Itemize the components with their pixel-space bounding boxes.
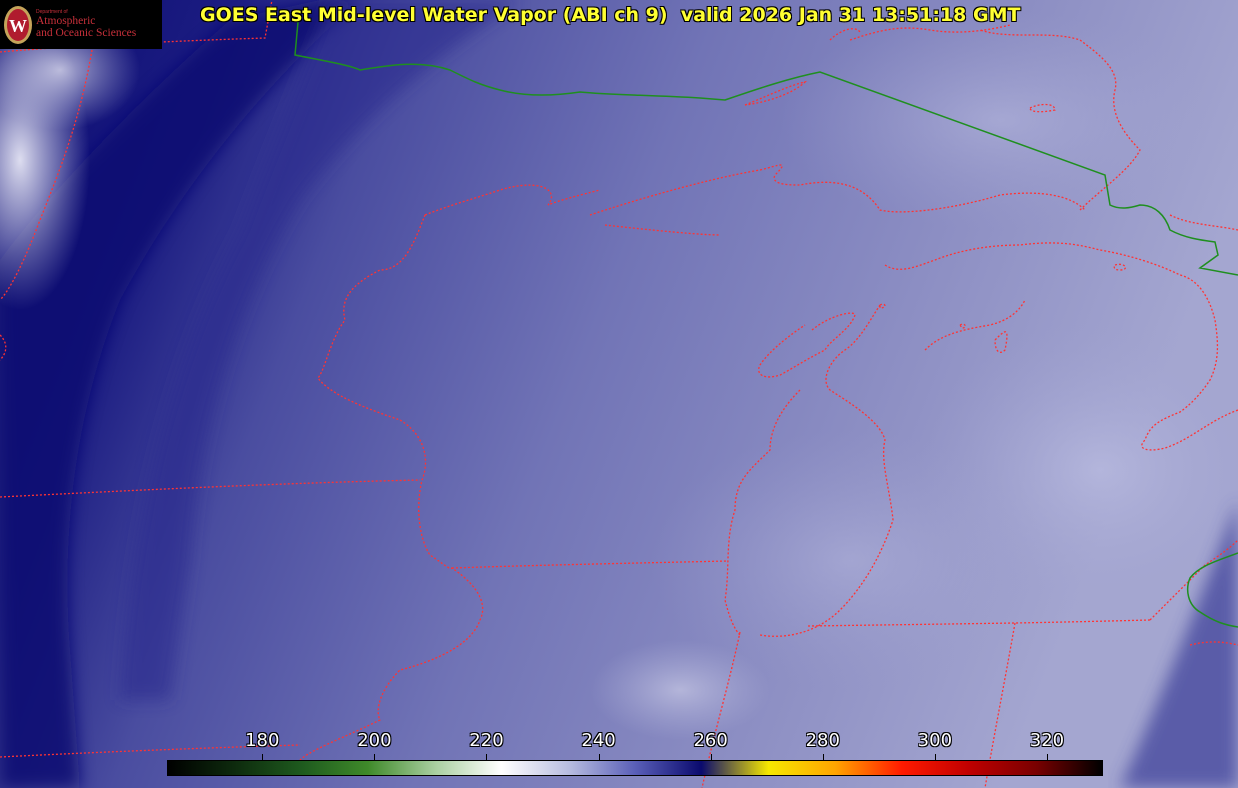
- logo-line-2: and Oceanic Sciences: [36, 27, 137, 40]
- colorbar-tick-label: 240: [581, 730, 616, 751]
- light-vapor-patch-4: [650, 430, 1050, 690]
- colorbar-tick-labels: 180 200 220 240 260 280 300 320: [0, 730, 1238, 760]
- colorbar-tick-label: 280: [805, 730, 840, 751]
- logo-seal-letter: W: [9, 16, 27, 36]
- aos-logo: W Department of Atmospheric and Oceanic …: [0, 0, 162, 49]
- logo-line-1: Atmospheric: [36, 15, 96, 28]
- colorbar-tick-label: 320: [1029, 730, 1065, 751]
- colorbar-tick-label: 260: [693, 730, 728, 751]
- colorbar-tick-label: 220: [469, 730, 504, 751]
- colorbar-tick-label: 200: [357, 730, 392, 751]
- colorbar: [167, 760, 1103, 776]
- uw-crest-icon: W: [4, 5, 32, 44]
- image-title: GOES East Mid-level Water Vapor (ABI ch …: [200, 4, 1021, 26]
- water-vapor-map: [0, 0, 1238, 788]
- colorbar-tick-label: 300: [917, 730, 953, 751]
- colorbar-tick-label: 180: [245, 730, 280, 751]
- light-vapor-patch-3: [780, 10, 1220, 230]
- logo-text: Department of Atmospheric and Oceanic Sc…: [36, 9, 137, 40]
